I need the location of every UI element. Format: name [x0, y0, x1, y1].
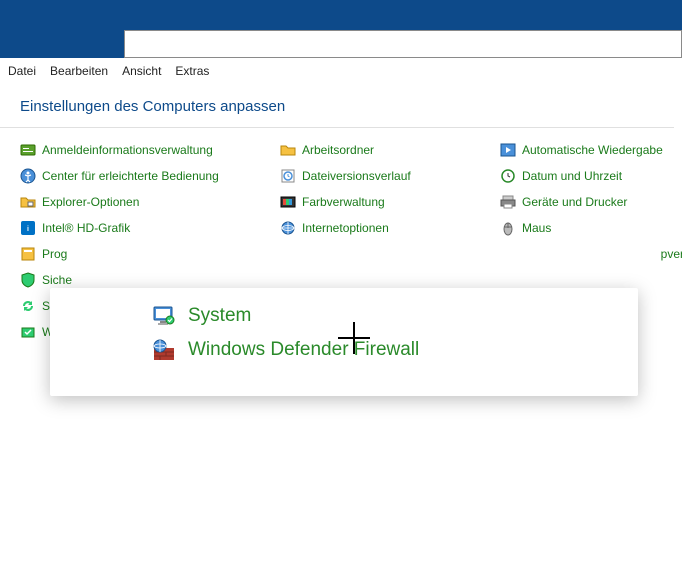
menu-extras[interactable]: Extras: [175, 64, 209, 78]
item-color-management[interactable]: Farbverwaltung: [280, 194, 500, 210]
tooltip-label: Windows Defender Firewall: [188, 339, 419, 361]
empty-cell: [500, 272, 682, 288]
page-title: Einstellungen des Computers anpassen: [20, 98, 674, 115]
credential-icon: [20, 142, 36, 158]
clock-icon: [500, 168, 516, 184]
item-label: Automatische Wiedergabe: [522, 143, 663, 157]
svg-text:i: i: [27, 226, 29, 233]
item-programs[interactable]: Prog: [20, 246, 280, 262]
item-label: Anmeldeinformationsverwaltung: [42, 143, 213, 157]
security-icon: [20, 272, 36, 288]
tooltip-label: System: [188, 305, 251, 327]
empty-cell: [280, 246, 500, 262]
accessibility-icon: [20, 168, 36, 184]
item-label: Center für erleichterte Bedienung: [42, 169, 219, 183]
item-internet-options[interactable]: Internetoptionen: [280, 220, 500, 236]
item-date-time[interactable]: Datum und Uhrzeit: [500, 168, 682, 184]
magnified-tooltip: System Windows Defender Firewall: [50, 288, 638, 396]
titlebar-nav-area: [0, 0, 124, 58]
menu-view[interactable]: Ansicht: [122, 64, 161, 78]
sync-icon: [20, 298, 36, 314]
empty-cell: [280, 272, 500, 288]
item-label: Dateiversionsverlauf: [302, 169, 411, 183]
tooltip-row-firewall[interactable]: Windows Defender Firewall: [152, 338, 618, 362]
item-intel-graphics[interactable]: i Intel® HD-Grafik: [20, 220, 280, 236]
address-bar[interactable]: [124, 30, 682, 58]
window-titlebar: [0, 0, 682, 58]
item-label: Explorer-Optionen: [42, 195, 139, 209]
item-file-history[interactable]: Dateiversionsverlauf: [280, 168, 500, 184]
menu-bar: Datei Bearbeiten Ansicht Extras: [0, 58, 682, 84]
firewall-icon: [152, 338, 176, 362]
item-ease-of-access[interactable]: Center für erleichterte Bedienung: [20, 168, 280, 184]
item-label: Arbeitsordner: [302, 143, 374, 157]
system-icon: [152, 304, 176, 328]
item-credential-manager[interactable]: Anmeldeinformationsverwaltung: [20, 142, 280, 158]
item-label: Prog: [42, 247, 67, 261]
item-label: Farbverwaltung: [302, 195, 385, 209]
item-work-folders[interactable]: Arbeitsordner: [280, 142, 500, 158]
item-label: Intel® HD-Grafik: [42, 221, 130, 235]
item-explorer-options[interactable]: Explorer-Optionen: [20, 194, 280, 210]
mouse-icon: [500, 220, 516, 236]
item-security[interactable]: Siche: [20, 272, 280, 288]
item-label: pverbin: [661, 247, 682, 261]
intel-icon: i: [20, 220, 36, 236]
tooltip-row-system[interactable]: System: [152, 304, 618, 328]
recovery-icon: [20, 324, 36, 340]
item-label: Siche: [42, 273, 72, 287]
folder-icon: [280, 142, 296, 158]
autoplay-icon: [500, 142, 516, 158]
printer-icon: [500, 194, 516, 210]
item-autoplay[interactable]: Automatische Wiedergabe: [500, 142, 682, 158]
divider: [0, 127, 674, 128]
item-label: Geräte und Drucker: [522, 195, 627, 209]
internet-icon: [280, 220, 296, 236]
item-label: Internetoptionen: [302, 221, 389, 235]
history-icon: [280, 168, 296, 184]
programs-icon: [20, 246, 36, 262]
item-remote-partial[interactable]: pverbin: [500, 246, 682, 262]
item-label: Datum und Uhrzeit: [522, 169, 622, 183]
menu-edit[interactable]: Bearbeiten: [50, 64, 108, 78]
menu-file[interactable]: Datei: [8, 64, 36, 78]
item-label: Maus: [522, 221, 551, 235]
item-mouse[interactable]: Maus: [500, 220, 682, 236]
item-devices-printers[interactable]: Geräte und Drucker: [500, 194, 682, 210]
color-icon: [280, 194, 296, 210]
folder-options-icon: [20, 194, 36, 210]
